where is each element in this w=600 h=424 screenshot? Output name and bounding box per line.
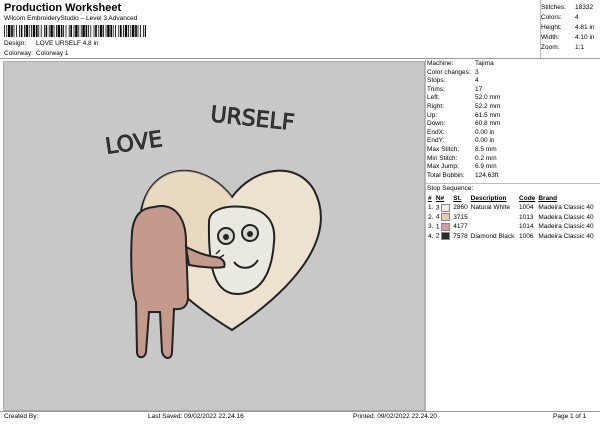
divider — [0, 411, 600, 412]
info-up: Up: 61.5 mm — [427, 111, 501, 119]
table-row: 4. 2 7578 Diamond Black 1006 Madeira Cla… — [428, 232, 594, 241]
stat-colors: Colors: 4 — [541, 14, 579, 21]
stat-height: Height: 4.81 in — [541, 24, 595, 31]
artwork-text-love: LOVE — [104, 127, 164, 160]
info-max-stitch: Max Stitch: 8.5 mm — [427, 145, 497, 153]
color-swatch — [441, 232, 451, 241]
page-title: Production Worksheet — [4, 2, 122, 14]
info-trims: Trims: 17 — [427, 85, 483, 93]
last-saved: Last Saved: 09/02/2022 22.24.16 — [148, 413, 244, 420]
design-preview[interactable]: LOVE URSELF — [3, 61, 425, 411]
divider — [540, 0, 541, 58]
barcode — [4, 25, 146, 37]
artwork-text-urself: URSELF — [209, 102, 295, 136]
stop-sequence-label: Stop Sequence: — [427, 185, 474, 192]
column-header: Code — [519, 195, 536, 202]
info-color-changes: Color changes: 3 — [427, 68, 479, 76]
info-endx: EndX: 0.00 in — [427, 128, 495, 136]
info-down: Down: 60.8 mm — [427, 120, 501, 128]
table-row: 1. 3 2860 Natural White 1004 Madeira Cla… — [428, 203, 594, 212]
info-endy: EndY: 0.00 in — [427, 137, 495, 145]
info-min-stitch: Min Stitch: 0.2 mm — [427, 154, 497, 162]
divider — [425, 58, 426, 411]
info-right: Right: 52.2 mm — [427, 102, 501, 110]
created-by: Created By: — [4, 413, 39, 420]
table-header-row: # N# St. Description Code Brand — [427, 194, 598, 203]
software-name: Wilcom EmbroideryStudio – Level 3 Advanc… — [4, 15, 138, 22]
stat-stitches: Stitches: 18332 — [541, 4, 594, 11]
machine-info: Machine: Tajima Color changes: 3 Stops: 4 T… — [427, 60, 597, 180]
divider — [426, 183, 600, 184]
design-value: LOVE URSELF 4,8 in — [36, 40, 99, 47]
column-header: # — [428, 195, 432, 202]
color-swatch — [441, 222, 451, 231]
table-row: 3. 1 4177 1014 Madeira Classic 40 — [428, 222, 594, 231]
colorway-label: Colorway: — [4, 50, 33, 57]
design-stats: Stitches: 18332 Colors: 4 Height: 4.81 in W… — [541, 3, 597, 53]
table-row: 2. 4 3715 1013 Madeira Classic 40 — [428, 213, 594, 222]
column-header: Brand — [538, 195, 558, 202]
page-number: Page 1 of 1 — [553, 413, 587, 420]
column-header: N# — [435, 195, 445, 202]
info-left: Left: 52.0 mm — [427, 94, 501, 102]
divider — [0, 58, 600, 59]
printed-date: Printed: 09/02/2022 22.24.20 — [353, 413, 437, 420]
character-body — [130, 205, 190, 359]
info-max-jump: Max Jump: 6.9 mm — [427, 163, 497, 171]
stat-width: Width: 4.10 in — [541, 34, 595, 41]
colorway-value: Colorway 1 — [36, 50, 69, 57]
design-label: Design: — [4, 40, 27, 47]
info-stops: Stops: 4 — [427, 77, 479, 85]
info-total-bobbin: Total Bobbin: 124.63ft — [427, 171, 499, 179]
stat-zoom: Zoom: 1:1 — [541, 44, 585, 51]
embroidery-artwork: LOVE URSELF — [103, 102, 322, 359]
info-machine: Machine: Tajima — [427, 60, 494, 67]
stop-sequence-table: # N# St. Description Code Brand 1. 3 286… — [427, 194, 598, 241]
color-swatch — [441, 203, 451, 212]
column-header: St. — [453, 195, 462, 202]
column-header: Description — [470, 195, 507, 202]
color-swatch — [441, 213, 451, 222]
